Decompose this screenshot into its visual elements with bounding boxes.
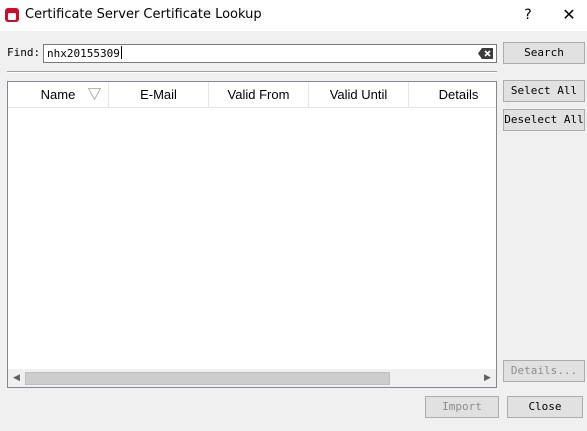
find-input[interactable]: nhx20155309 [43, 44, 497, 63]
column-header-name[interactable]: Name [8, 82, 109, 107]
close-button[interactable]: Close [507, 396, 583, 418]
text-caret [120, 46, 122, 59]
clear-text-icon[interactable] [478, 48, 493, 59]
sort-indicator-icon [88, 88, 101, 100]
column-header-valid-from[interactable]: Valid From [209, 82, 309, 107]
title-bar: Certificate Server Certificate Lookup ? … [0, 0, 587, 31]
scrollbar-thumb[interactable] [25, 372, 390, 385]
list-header: Name E-Mail Valid From Valid Until Detai… [8, 82, 509, 108]
column-label-name: Name [40, 87, 76, 102]
column-header-email[interactable]: E-Mail [109, 82, 209, 107]
certificate-list[interactable]: Name E-Mail Valid From Valid Until Detai… [7, 81, 509, 388]
find-input-value: nhx20155309 [47, 47, 120, 60]
details-button[interactable]: Details... [503, 360, 585, 382]
select-all-button[interactable]: Select All [503, 80, 585, 102]
find-label: Find: [7, 46, 41, 59]
horizontal-scrollbar[interactable]: ◀ ▶ [8, 369, 496, 387]
scroll-right-arrow-icon[interactable]: ▶ [479, 370, 496, 387]
separator-line [7, 71, 497, 73]
column-header-valid-until[interactable]: Valid Until [309, 82, 409, 107]
search-button[interactable]: Search [503, 42, 585, 64]
window-close-button[interactable]: ✕ [557, 4, 581, 26]
deselect-all-button[interactable]: Deselect All [503, 109, 585, 131]
window-title: Certificate Server Certificate Lookup [25, 7, 262, 22]
help-button[interactable]: ? [517, 4, 539, 26]
column-header-details[interactable]: Details [409, 82, 509, 107]
import-button[interactable]: Import [425, 396, 499, 418]
certificate-app-icon [5, 8, 19, 22]
scroll-left-arrow-icon[interactable]: ◀ [8, 370, 25, 387]
